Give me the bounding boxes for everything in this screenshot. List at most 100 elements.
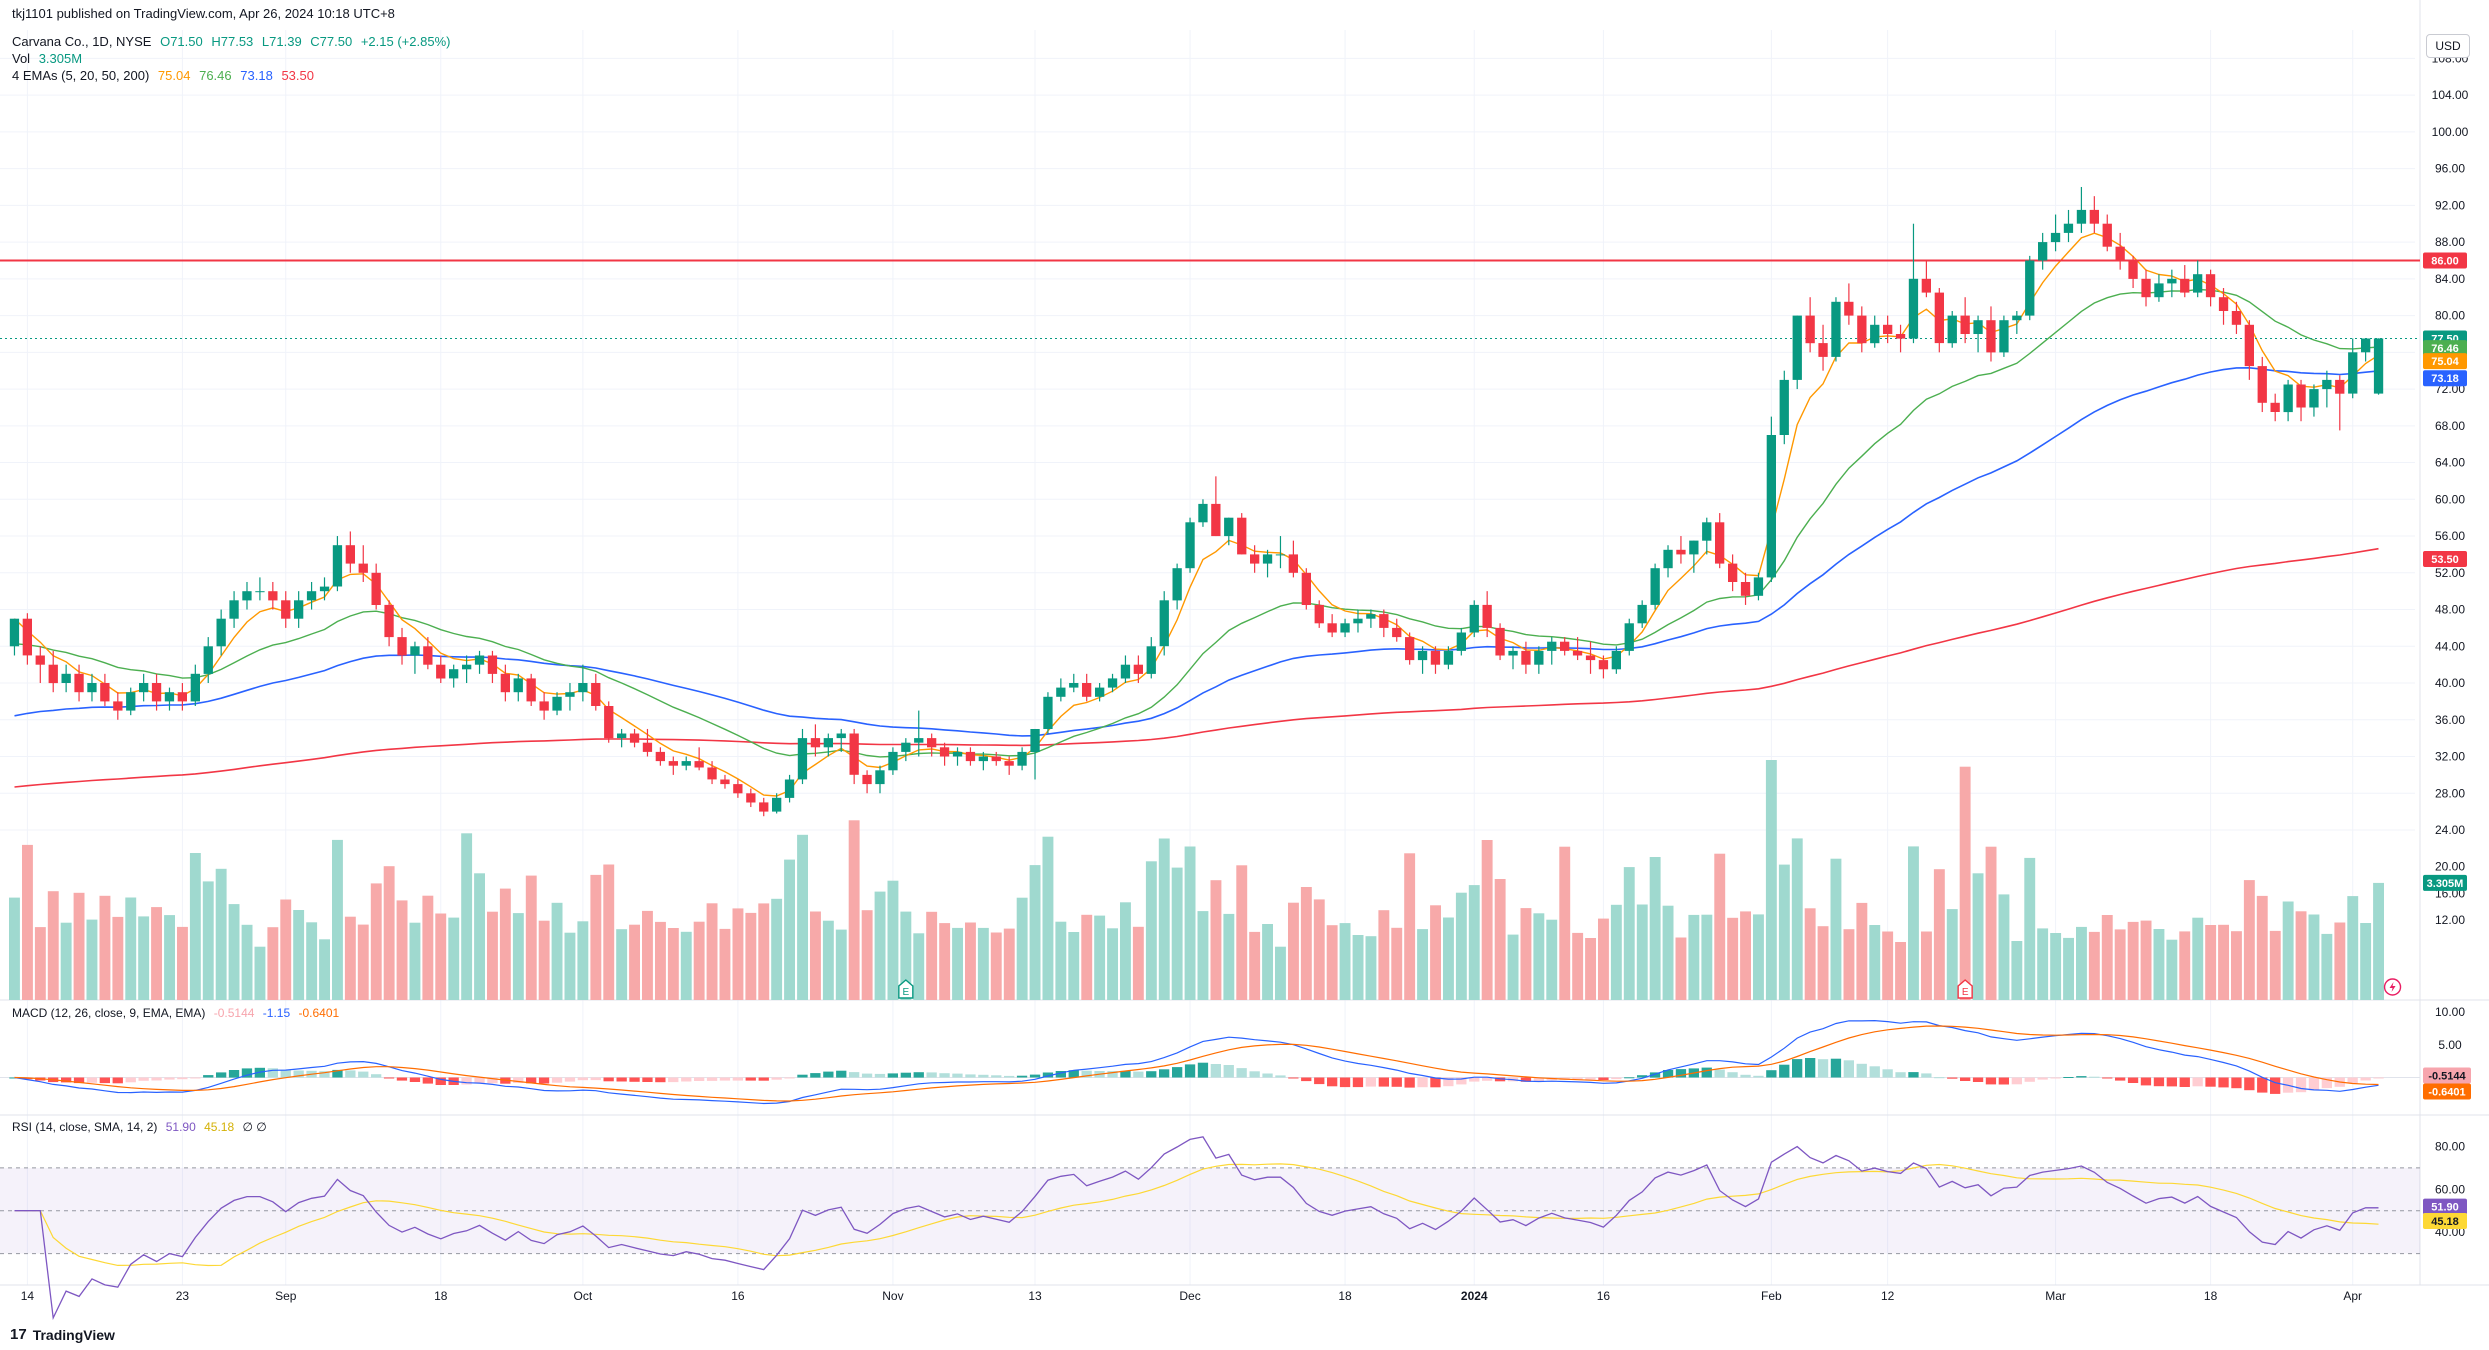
candle-body[interactable] (578, 683, 588, 693)
candle-body[interactable] (526, 678, 536, 702)
candle-body[interactable] (2128, 260, 2138, 279)
candle-body[interactable] (151, 683, 162, 702)
candle-body[interactable] (281, 600, 291, 619)
candle-body[interactable] (1120, 664, 1131, 679)
candle-body[interactable] (1250, 554, 1260, 564)
candle-body[interactable] (1663, 549, 1673, 569)
candle-body[interactable] (1495, 627, 1505, 656)
candle-body[interactable] (901, 742, 911, 752)
candle-body[interactable] (875, 770, 885, 785)
candle-body[interactable] (1288, 554, 1298, 573)
candle-body[interactable] (1417, 650, 1428, 661)
candle-body[interactable] (2050, 232, 2061, 243)
candle-body[interactable] (1728, 563, 1738, 582)
candle-body[interactable] (2154, 283, 2164, 298)
candle-body[interactable] (2335, 379, 2345, 394)
symbol-description[interactable]: Carvana Co., 1D, NYSE (12, 34, 151, 49)
candle-body[interactable] (2012, 315, 2022, 321)
candle-body[interactable] (1637, 604, 1647, 624)
candle-body[interactable] (1366, 614, 1376, 619)
candle-body[interactable] (2193, 274, 2203, 293)
candle-body[interactable] (565, 692, 575, 697)
candle-body[interactable] (1921, 278, 1931, 293)
candle-body[interactable] (604, 706, 614, 739)
candle-body[interactable] (2218, 297, 2229, 311)
candle-body[interactable] (1650, 568, 1660, 605)
candle-body[interactable] (242, 591, 252, 601)
candle-body[interactable] (1314, 604, 1324, 624)
candle-body[interactable] (797, 738, 808, 780)
candle-body[interactable] (1017, 751, 1027, 766)
rsi-label[interactable]: RSI (14, close, SMA, 14, 2) (12, 1120, 157, 1134)
candle-body[interactable] (1973, 320, 1983, 334)
candle-body[interactable] (126, 692, 136, 711)
candle-body[interactable] (1934, 292, 1944, 344)
candle-body[interactable] (436, 664, 446, 679)
candle-body[interactable] (1598, 660, 1609, 670)
candle-body[interactable] (1534, 650, 1544, 665)
candle-body[interactable] (746, 793, 756, 803)
candle-body[interactable] (1353, 618, 1363, 624)
candle-body[interactable] (1857, 315, 1867, 344)
candle-body[interactable] (642, 742, 653, 752)
candle-body[interactable] (2025, 260, 2035, 316)
candle-body[interactable] (1133, 664, 1143, 674)
candle-body[interactable] (1999, 320, 2009, 353)
candle-body[interactable] (48, 664, 58, 684)
candle-body[interactable] (888, 751, 898, 771)
candle-body[interactable] (1443, 650, 1454, 665)
candle-body[interactable] (668, 761, 678, 766)
candle-body[interactable] (733, 784, 743, 794)
candle-body[interactable] (1185, 522, 1195, 569)
candle-body[interactable] (552, 696, 562, 711)
candle-body[interactable] (1753, 577, 1764, 596)
candle-body[interactable] (1405, 637, 1415, 661)
candle-body[interactable] (2089, 209, 2099, 224)
candle-body[interactable] (1702, 522, 1712, 541)
candle-body[interactable] (1624, 623, 1634, 651)
candle-body[interactable] (462, 664, 472, 670)
candle-body[interactable] (2283, 384, 2293, 413)
candle-body[interactable] (681, 761, 691, 766)
candle-body[interactable] (1095, 687, 1105, 697)
candle-body[interactable] (849, 733, 859, 775)
candle-body[interactable] (9, 618, 20, 647)
candle-body[interactable] (216, 618, 226, 647)
candle-body[interactable] (1960, 315, 1970, 334)
candle-body[interactable] (1172, 568, 1182, 601)
candle-body[interactable] (190, 673, 200, 702)
candle-body[interactable] (306, 591, 317, 601)
candle-body[interactable] (823, 738, 833, 748)
candle-body[interactable] (772, 797, 782, 812)
candle-body[interactable] (2167, 278, 2177, 284)
candle-body[interactable] (707, 767, 717, 780)
candle-body[interactable] (87, 683, 97, 693)
candle-body[interactable] (1818, 343, 1828, 357)
candle-body[interactable] (500, 673, 510, 693)
candle-body[interactable] (1521, 650, 1531, 665)
candle-body[interactable] (61, 673, 71, 683)
candle-body[interactable] (914, 738, 924, 743)
candle-body[interactable] (35, 655, 45, 665)
candle-body[interactable] (1572, 650, 1583, 656)
candle-body[interactable] (1198, 503, 1208, 523)
candle-body[interactable] (22, 618, 32, 656)
candle-body[interactable] (862, 774, 872, 785)
candle-body[interactable] (810, 738, 821, 748)
candle-body[interactable] (410, 646, 420, 656)
candle-body[interactable] (177, 692, 187, 702)
candle-body[interactable] (1482, 604, 1492, 628)
candle-body[interactable] (1547, 641, 1557, 651)
candle-body[interactable] (1004, 761, 1014, 766)
candle-body[interactable] (139, 683, 149, 693)
candle-body[interactable] (1301, 572, 1311, 605)
candle-body[interactable] (2205, 274, 2216, 298)
candle-body[interactable] (2322, 379, 2332, 390)
candle-body[interactable] (2348, 352, 2358, 394)
candle-body[interactable] (1275, 554, 1286, 556)
candle-body[interactable] (2115, 246, 2125, 261)
candle-body[interactable] (2038, 242, 2048, 261)
candle-body[interactable] (2373, 338, 2384, 394)
candle-body[interactable] (1327, 623, 1337, 633)
candle-body[interactable] (591, 683, 601, 706)
